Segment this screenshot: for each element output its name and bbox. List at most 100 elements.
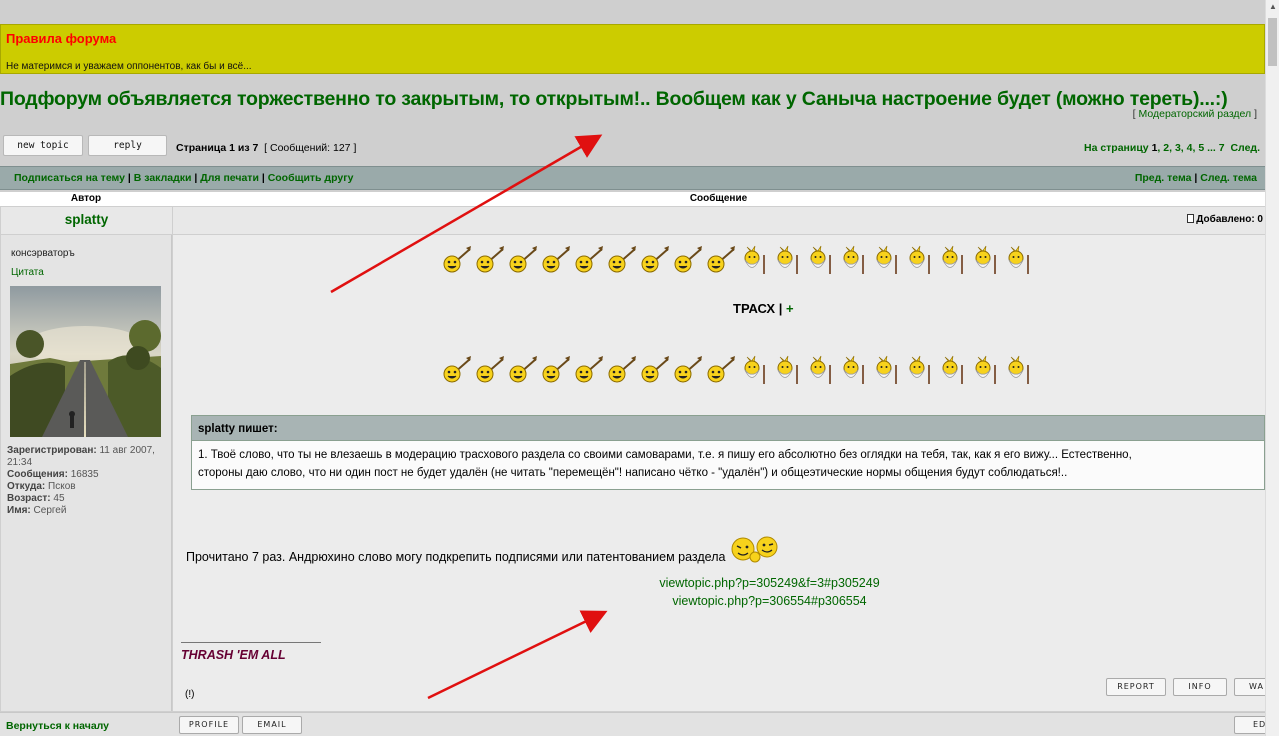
email-button[interactable]: EMAIL — [242, 716, 302, 734]
wizard-smiley-icon — [843, 355, 864, 384]
next-page-link[interactable]: След. — [1230, 142, 1260, 154]
user-info: Зарегистрирован: 11 авг 2007, 21:34 Сооб… — [7, 445, 155, 516]
prev-topic-link[interactable]: Пред. тема — [1135, 172, 1192, 184]
user-rank: консэрваторъ — [11, 248, 75, 259]
post-header: Добавлено: 0 — [173, 207, 1265, 235]
quote-text: 1. Твоё слово, что ты не влезаешь в моде… — [198, 449, 1132, 479]
post-body: Добавлено: 0 ТРАСХ | + splatty пишет: 1.… — [173, 207, 1265, 711]
page-link-2[interactable]: 2 — [1163, 142, 1169, 154]
guitar-smiley-icon — [608, 246, 636, 273]
page-link-3[interactable]: 3 — [1175, 142, 1181, 154]
wizard-smiley-icon — [876, 355, 897, 384]
topic-title[interactable]: Подфорум объявляется торжественно то зак… — [0, 88, 1228, 111]
guitar-smiley-icon — [707, 246, 735, 273]
wizard-smiley-icon — [942, 355, 963, 384]
wizard-smiley-icon — [942, 245, 963, 274]
bookmark-link[interactable]: В закладки — [134, 172, 192, 184]
post-links: viewtopic.php?p=305249&f=3#p305249 viewt… — [523, 574, 1016, 610]
guitar-smiley-icon — [674, 246, 702, 273]
guitar-smiley-icon — [509, 356, 537, 383]
page-link-1: 1 — [1151, 142, 1158, 154]
author-column-header: Автор — [70, 193, 102, 204]
forum-rules-box: Правила форума Не материмся и уважаем оп… — [0, 24, 1265, 74]
author-panel: splatty консэрваторъ Цитата Зарегистриро… — [1, 207, 172, 711]
page-link-4[interactable]: 4 — [1187, 142, 1193, 154]
avatar — [10, 286, 161, 437]
vertical-scrollbar[interactable]: ▲ — [1265, 0, 1279, 736]
wizard-smiley-icon — [777, 245, 798, 274]
guitar-smiley-icon — [575, 356, 603, 383]
topic-actions-bar: Подписаться на тему | В закладки | Для п… — [0, 166, 1265, 190]
post-text: Прочитано 7 раз. Андрюхино слово могу по… — [186, 536, 781, 564]
guitar-smiley-icon — [707, 356, 735, 383]
page-link-7[interactable]: 7 — [1219, 142, 1225, 154]
smiley-row-bottom — [440, 355, 1034, 385]
wizard-smiley-icon — [843, 245, 864, 274]
next-topic-link[interactable]: След. тема — [1200, 172, 1257, 184]
wizard-smiley-icon — [777, 355, 798, 384]
guitar-smiley-icon — [476, 356, 504, 383]
guitar-smiley-icon — [509, 246, 537, 273]
scrollbar-thumb[interactable] — [1268, 18, 1277, 66]
tell-friend-link[interactable]: Сообщить другу — [268, 172, 354, 184]
warn-button[interactable]: WA — [1234, 678, 1265, 696]
wizard-smiley-icon — [810, 355, 831, 384]
edit-button[interactable]: ED — [1234, 716, 1265, 734]
new-topic-button[interactable]: new topic — [3, 135, 83, 156]
post-icon[interactable] — [1187, 214, 1195, 223]
signature-divider — [181, 642, 321, 643]
back-to-top-link[interactable]: Вернуться к началу — [6, 720, 109, 732]
topic-link-1[interactable]: viewtopic.php?p=305249&f=3#p305249 — [659, 576, 879, 590]
wizard-smiley-icon — [744, 355, 765, 384]
quote-block: splatty пишет: 1. Твоё слово, что ты не … — [191, 415, 1265, 490]
guitar-smiley-icon — [443, 246, 471, 273]
wizard-smiley-icon — [744, 245, 765, 274]
guitar-smiley-icon — [641, 246, 669, 273]
wizard-smiley-icon — [810, 245, 831, 274]
guitar-smiley-icon — [542, 356, 570, 383]
guitar-smiley-icon — [608, 356, 636, 383]
subscribe-link[interactable]: Подписаться на тему — [14, 172, 125, 184]
table-header: Автор Сообщение — [0, 192, 1265, 206]
wizard-smiley-icon — [975, 355, 996, 384]
wizard-smiley-icon — [909, 245, 930, 274]
wizard-smiley-icon — [975, 245, 996, 274]
forum-page: Правила форума Не материмся и уважаем оп… — [0, 0, 1265, 736]
wizard-smiley-icon — [1008, 355, 1029, 384]
pagination: На страницу 1, 2, 3, 4, 5 ... 7 След. — [1083, 142, 1260, 154]
wink-smiley-icon — [731, 536, 778, 563]
page-link-5[interactable]: 5 — [1198, 142, 1204, 154]
trash-label: ТРАСХ | + — [733, 301, 794, 316]
guitar-smiley-icon — [542, 246, 570, 273]
message-count: [ Сообщений: 127 ] — [264, 142, 357, 154]
page-info: Страница 1 из 7 [ Сообщений: 127 ] — [176, 142, 357, 154]
guitar-smiley-icon — [575, 246, 603, 273]
wizard-smiley-icon — [909, 355, 930, 384]
report-button[interactable]: REPORT — [1106, 678, 1166, 696]
quote-link[interactable]: Цитата — [11, 267, 44, 278]
wizard-smiley-icon — [1008, 245, 1029, 274]
guitar-smiley-icon — [476, 246, 504, 273]
message-column-header: Сообщение — [689, 193, 748, 204]
smiley-row-top — [440, 245, 1034, 275]
subforum-link[interactable]: Модераторский раздел — [1139, 108, 1252, 120]
post-footer: Вернуться к началу PROFILE EMAIL ED — [0, 712, 1265, 736]
profile-button[interactable]: PROFILE — [179, 716, 239, 734]
post-author-name[interactable]: splatty — [1, 207, 172, 235]
print-link[interactable]: Для печати — [200, 172, 259, 184]
reply-button[interactable]: reply — [88, 135, 167, 156]
rules-title: Правила форума — [6, 31, 117, 46]
exclaim-link[interactable]: (!) — [185, 689, 194, 700]
guitar-smiley-icon — [674, 356, 702, 383]
rules-text: Не материмся и уважаем оппонентов, как б… — [6, 61, 252, 72]
topic-link-2[interactable]: viewtopic.php?p=306554#p306554 — [672, 594, 866, 608]
guitar-smiley-icon — [641, 356, 669, 383]
scroll-up-icon[interactable]: ▲ — [1269, 3, 1277, 11]
wizard-smiley-icon — [876, 245, 897, 274]
info-button[interactable]: INFO — [1173, 678, 1227, 696]
guitar-smiley-icon — [443, 356, 471, 383]
subforum-breadcrumb: [ Модераторский раздел ] — [1132, 108, 1257, 120]
quote-author: splatty пишет: — [192, 416, 1264, 441]
post-date: Добавлено: 0 — [1187, 214, 1263, 225]
trash-plus-link[interactable]: + — [786, 301, 794, 316]
